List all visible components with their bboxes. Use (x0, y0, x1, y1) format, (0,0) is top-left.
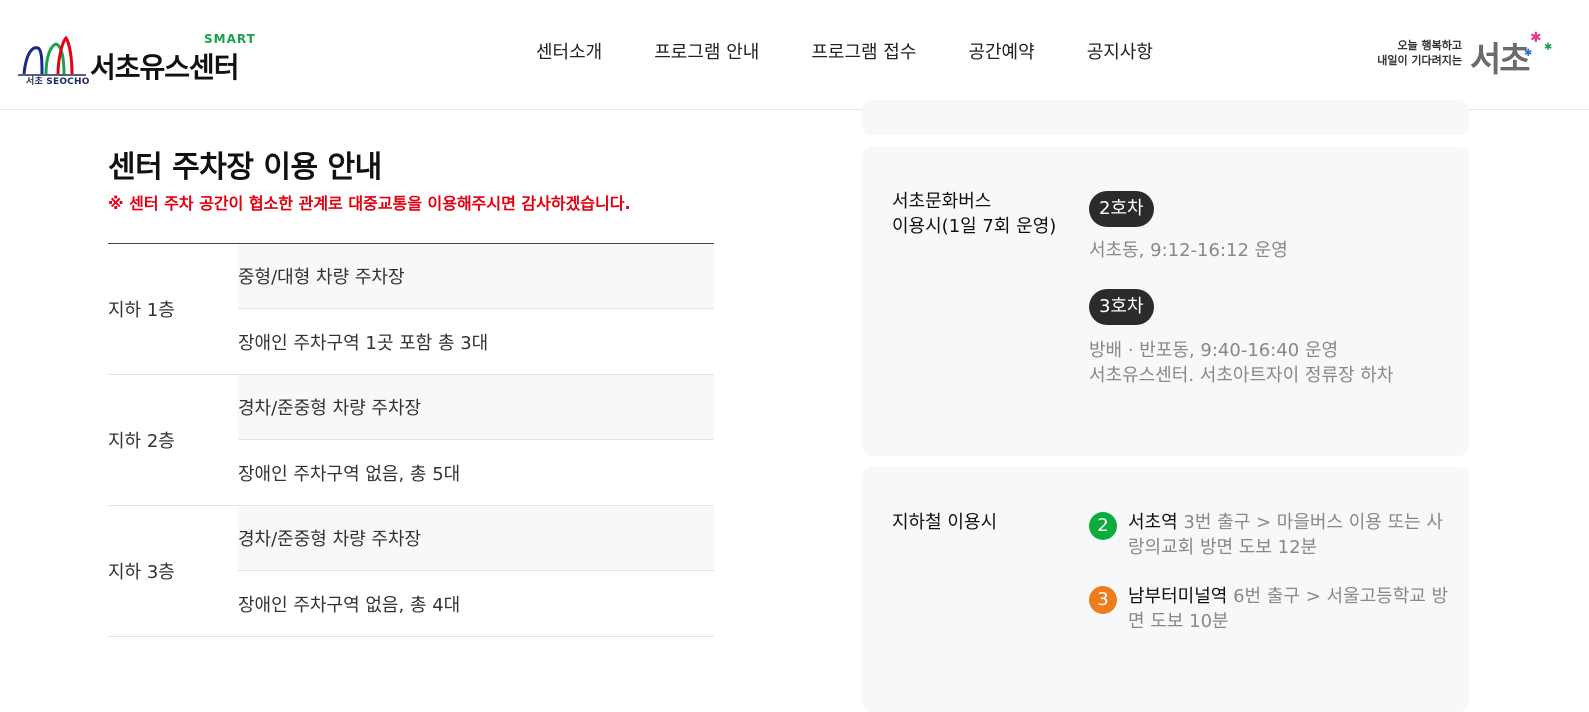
brand-tagline-line2: 내일이 기다려지는 (1377, 54, 1462, 67)
logo-mark-icon (18, 36, 86, 76)
site-header: 서초 SEOCHO SMART 서초유스센터 센터소개 프로그램 안내 프로그램… (0, 0, 1589, 110)
bus-route-info: 방배 · 반포동, 9:40-16:40 운영 (1089, 340, 1339, 361)
floor-row: 장애인 주차구역 없음, 총 5대 (238, 463, 461, 485)
floor-label: 지하 2층 (108, 431, 175, 452)
bus-route-badge: 2호차 (1089, 191, 1154, 227)
main-nav: 센터소개 프로그램 안내 프로그램 접수 공간예약 공지사항 (536, 38, 1205, 64)
logo-name-text: 서초유스센터 (90, 51, 240, 84)
bus-label-line2: 이용시(1일 7회 운영) (892, 216, 1057, 237)
floor-group-b2: 지하 2층 경차/준중형 차량 주차장 장애인 주차구역 없음, 총 5대 (108, 375, 714, 506)
floor-row: 장애인 주차구역 없음, 총 4대 (238, 594, 461, 616)
floor-rows: 경차/준중형 차량 주차장 장애인 주차구역 없음, 총 4대 (238, 506, 714, 636)
floor-group-b1: 지하 1층 중형/대형 차량 주차장 장애인 주차구역 1곳 포함 총 3대 (108, 244, 714, 375)
floor-label: 지하 3층 (108, 562, 175, 583)
seocho-brand-logo[interactable]: 오늘 행복하고 내일이 기다려지는 서초 ✱ ✱ ✱ (1368, 30, 1558, 80)
brand-tagline-line1: 오늘 행복하고 (1397, 39, 1462, 52)
parking-table: 지하 1층 중형/대형 차량 주차장 장애인 주차구역 1곳 포함 총 3대 지… (108, 243, 714, 637)
subway-panel: 지하철 이용시 2 서초역 3번 출구 > 마을버스 이용 또는 사랑의교회 방… (862, 467, 1469, 712)
transport-panel-top (862, 100, 1469, 135)
floor-row: 경차/준중형 차량 주차장 (238, 506, 714, 571)
svg-text:✱: ✱ (1530, 30, 1542, 46)
nav-program-guide[interactable]: 프로그램 안내 (654, 38, 759, 64)
bus-route-info: 서초유스센터. 서초아트자이 정류장 하차 (1089, 365, 1394, 386)
subway-text: 서초역 3번 출구 > 마을버스 이용 또는 사랑의교회 방면 도보 12분 (1128, 510, 1458, 560)
subway-text: 남부터미널역 6번 출구 > 서울고등학교 방면 도보 10분 (1128, 584, 1458, 634)
floor-row: 경차/준중형 차량 주차장 (238, 375, 714, 440)
parking-notice: ※ 센터 주차 공간이 협소한 관계로 대중교통을 이용해주시면 감사하겠습니다… (108, 194, 631, 213)
nav-program-apply[interactable]: 프로그램 접수 (811, 38, 916, 64)
floor-row: 장애인 주차구역 1곳 포함 총 3대 (238, 332, 489, 354)
station-name: 남부터미널역 (1128, 586, 1228, 607)
floor-group-b3: 지하 3층 경차/준중형 차량 주차장 장애인 주차구역 없음, 총 4대 (108, 506, 714, 637)
bus-label: 서초문화버스 이용시(1일 7회 운영) (892, 189, 1056, 239)
subway-line-2-icon: 2 (1089, 512, 1117, 540)
nav-center-intro[interactable]: 센터소개 (536, 38, 602, 64)
svg-text:✱: ✱ (1524, 48, 1532, 59)
bus-label-line1: 서초문화버스 (892, 191, 992, 212)
nav-notices[interactable]: 공지사항 (1087, 38, 1153, 64)
site-logo[interactable]: 서초 SEOCHO SMART 서초유스센터 (18, 30, 268, 90)
station-name: 서초역 (1128, 512, 1178, 533)
floor-label: 지하 1층 (108, 300, 175, 321)
nav-space-reservation[interactable]: 공간예약 (968, 38, 1034, 64)
floor-rows: 중형/대형 차량 주차장 장애인 주차구역 1곳 포함 총 3대 (238, 244, 714, 374)
parking-section-title: 센터 주차장 이용 안내 (108, 150, 382, 185)
subway-line-3-icon: 3 (1089, 586, 1117, 614)
subway-label: 지하철 이용시 (892, 512, 998, 533)
floor-rows: 경차/준중형 차량 주차장 장애인 주차구역 없음, 총 5대 (238, 375, 714, 505)
bus-panel: 서초문화버스 이용시(1일 7회 운영) 2호차 서초동, 9:12-16:12… (862, 147, 1469, 456)
logo-smart-text: SMART (204, 32, 256, 46)
svg-text:✱: ✱ (1544, 42, 1552, 53)
sparkle-stars-icon: ✱ ✱ ✱ (1524, 30, 1552, 59)
brand-tagline: 오늘 행복하고 내일이 기다려지는 (1377, 38, 1462, 68)
floor-row: 중형/대형 차량 주차장 (238, 244, 714, 309)
bus-route-badge: 3호차 (1089, 289, 1154, 325)
logo-sub-text: 서초 SEOCHO (26, 77, 90, 87)
bus-route-info: 서초동, 9:12-16:12 운영 (1089, 240, 1288, 261)
